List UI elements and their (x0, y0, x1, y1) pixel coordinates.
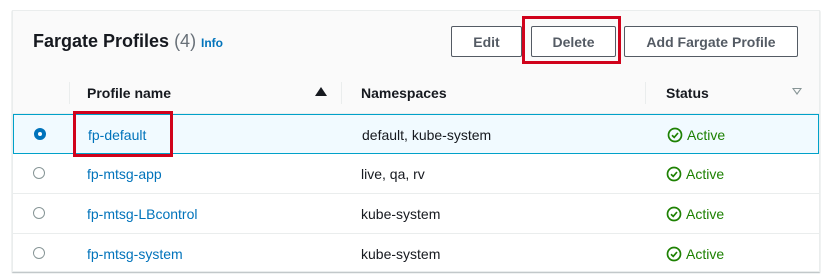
status-cell: Active (666, 166, 724, 182)
check-circle-icon (666, 206, 682, 222)
status-text: Active (686, 166, 725, 182)
status-cell: Active (666, 246, 724, 262)
column-divider (69, 82, 70, 104)
column-divider[interactable] (341, 82, 342, 104)
table-row[interactable]: fp-mtsg-app live, qa, rv Active (13, 154, 819, 194)
panel-header: Fargate Profiles (4) Info Edit Delete Ad… (13, 11, 819, 74)
profile-count: (4) (174, 31, 197, 51)
table-row[interactable]: fp-default default, kube-system Active (13, 114, 819, 154)
row-radio[interactable] (33, 167, 45, 179)
namespaces-cell: default, kube-system (362, 127, 492, 143)
column-header-namespaces[interactable]: Namespaces (361, 85, 447, 101)
profile-name-link[interactable]: fp-default (88, 127, 146, 143)
profile-name-link[interactable]: fp-mtsg-app (87, 166, 162, 182)
row-radio[interactable] (33, 207, 45, 219)
table-row[interactable]: fp-mtsg-system kube-system Active (13, 234, 819, 271)
status-text: Active (686, 246, 725, 262)
namespaces-cell: kube-system (361, 206, 441, 222)
status-text: Active (686, 206, 725, 222)
profile-name-link[interactable]: fp-mtsg-LBcontrol (87, 206, 197, 222)
filter-down-icon[interactable] (792, 88, 802, 95)
status-cell: Active (667, 127, 725, 143)
panel-title-text: Fargate Profiles (33, 31, 170, 51)
fargate-profiles-panel: Fargate Profiles (4) Info Edit Delete Ad… (12, 10, 820, 272)
delete-button[interactable]: Delete (531, 26, 616, 57)
edit-button[interactable]: Edit (451, 26, 522, 57)
status-text: Active (687, 127, 726, 143)
sort-ascending-icon[interactable] (315, 87, 327, 96)
table-header: Profile name Namespaces Status (13, 73, 819, 114)
add-fargate-profile-button[interactable]: Add Fargate Profile (624, 26, 798, 57)
table-row[interactable]: fp-mtsg-LBcontrol kube-system Active (13, 194, 819, 234)
column-header-profile-name[interactable]: Profile name (87, 85, 171, 101)
namespaces-cell: live, qa, rv (361, 166, 425, 182)
column-header-status[interactable]: Status (666, 85, 709, 101)
column-divider[interactable] (645, 82, 646, 104)
panel-title: Fargate Profiles (4) (33, 31, 196, 52)
row-radio[interactable] (33, 247, 45, 259)
check-circle-icon (666, 166, 682, 182)
check-circle-icon (666, 246, 682, 262)
info-link[interactable]: Info (201, 36, 223, 50)
namespaces-cell: kube-system (361, 246, 441, 262)
check-circle-icon (667, 127, 683, 143)
status-cell: Active (666, 206, 724, 222)
profile-name-link[interactable]: fp-mtsg-system (87, 246, 183, 262)
row-radio[interactable] (34, 128, 46, 140)
